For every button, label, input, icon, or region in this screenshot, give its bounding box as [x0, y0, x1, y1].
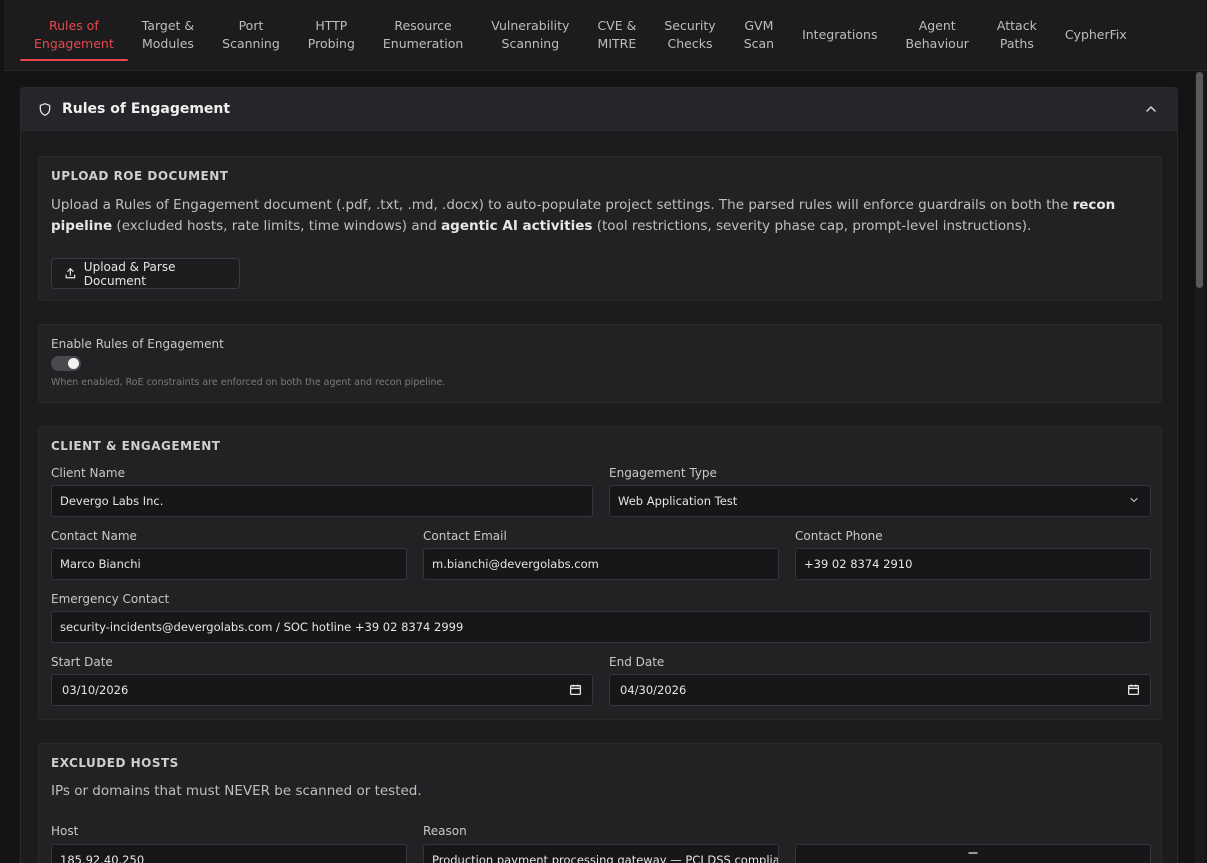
upload-roe-heading: UPLOAD ROE DOCUMENT	[51, 169, 229, 183]
tab-port-scanning[interactable]: Port Scanning	[208, 0, 294, 70]
enable-roe-card: Enable Rules of Engagement When enabled,…	[38, 324, 1162, 403]
tab-rules-of-engagement[interactable]: Rules of Engagement	[20, 0, 128, 70]
desc-part: (tool restrictions, severity phase cap, …	[592, 218, 1032, 234]
client-engagement-card: CLIENT & ENGAGEMENT Client Name Devergo …	[38, 426, 1162, 720]
contact-phone-input[interactable]: +39 02 8374 2910	[795, 548, 1151, 580]
tab-agent-behaviour[interactable]: Agent Behaviour	[891, 0, 982, 70]
contact-name-label: Contact Name	[51, 529, 137, 543]
tab-vulnerability-scanning[interactable]: Vulnerability Scanning	[477, 0, 583, 70]
excluded-host-value: 185.92.40.250	[60, 853, 145, 863]
tab-http-probing[interactable]: HTTP Probing	[294, 0, 369, 70]
desc-part: Upload a Rules of Engagement document (.…	[51, 197, 1073, 213]
tab-bar: Rules of Engagement Target & Modules Por…	[4, 0, 1207, 71]
client-engagement-heading: CLIENT & ENGAGEMENT	[51, 439, 221, 453]
tab-gvm-scan[interactable]: GVM Scan	[730, 0, 788, 70]
tab-cypherfix[interactable]: CypherFix	[1051, 0, 1141, 70]
desc-bold-agentic: agentic AI activities	[441, 218, 593, 234]
scrollbar-thumb[interactable]	[1196, 72, 1203, 288]
client-name-label: Client Name	[51, 466, 125, 480]
tab-security-checks[interactable]: Security Checks	[650, 0, 729, 70]
client-name-value: Devergo Labs Inc.	[60, 494, 164, 508]
remove-host-button[interactable]	[795, 844, 1151, 863]
calendar-icon[interactable]	[569, 683, 582, 696]
tab-cve-mitre[interactable]: CVE & MITRE	[583, 0, 650, 70]
excluded-host-input[interactable]: 185.92.40.250	[51, 844, 407, 863]
excluded-reason-value: Production payment processing gateway — …	[432, 853, 778, 863]
emergency-contact-label: Emergency Contact	[51, 592, 170, 606]
contact-email-value: m.bianchi@devergolabs.com	[432, 557, 599, 571]
enable-roe-toggle[interactable]	[51, 356, 81, 371]
panel-title: Rules of Engagement	[62, 101, 231, 117]
engagement-type-label: Engagement Type	[609, 466, 717, 480]
end-date-input[interactable]: 04/30/2026	[609, 674, 1151, 706]
upload-button-label: Upload & Parse Document	[83, 259, 176, 288]
calendar-icon[interactable]	[1127, 683, 1140, 696]
excluded-hosts-card: EXCLUDED HOSTS IPs or domains that must …	[38, 743, 1162, 863]
contact-email-label: Contact Email	[423, 529, 507, 543]
emergency-contact-input[interactable]: security-incidents@devergolabs.com / SOC…	[51, 611, 1151, 643]
contact-name-input[interactable]: Marco Bianchi	[51, 548, 407, 580]
shield-icon	[39, 102, 51, 116]
upload-roe-card: UPLOAD ROE DOCUMENT Upload a Rules of En…	[38, 156, 1162, 301]
enable-roe-hint: When enabled, RoE constraints are enforc…	[51, 377, 446, 388]
rules-of-engagement-panel: Rules of Engagement UPLOAD ROE DOCUMENT …	[20, 87, 1178, 863]
enable-roe-label: Enable Rules of Engagement	[51, 337, 224, 351]
tab-target-modules[interactable]: Target & Modules	[128, 0, 208, 70]
chevron-up-icon[interactable]	[1143, 101, 1159, 117]
excluded-reason-input[interactable]: Production payment processing gateway — …	[423, 844, 779, 863]
upload-roe-description: Upload a Rules of Engagement document (.…	[51, 195, 1151, 237]
host-label: Host	[51, 824, 79, 838]
end-date-label: End Date	[609, 655, 665, 669]
start-date-label: Start Date	[51, 655, 113, 669]
desc-part: (excluded hosts, rate limits, time windo…	[112, 218, 442, 234]
minus-icon	[968, 852, 978, 854]
upload-icon	[65, 268, 76, 279]
start-date-value: 03/10/2026	[62, 683, 129, 697]
contact-email-input[interactable]: m.bianchi@devergolabs.com	[423, 548, 779, 580]
toggle-knob	[68, 358, 79, 369]
engagement-type-value: Web Application Test	[618, 494, 738, 508]
start-date-input[interactable]: 03/10/2026	[51, 674, 593, 706]
upload-parse-button[interactable]: Upload & Parse Document	[51, 258, 240, 289]
panel-header[interactable]: Rules of Engagement	[21, 88, 1177, 131]
emergency-contact-value: security-incidents@devergolabs.com / SOC…	[60, 620, 464, 634]
excluded-hosts-description: IPs or domains that must NEVER be scanne…	[51, 783, 422, 799]
chevron-down-icon	[1130, 497, 1138, 503]
contact-phone-label: Contact Phone	[795, 529, 883, 543]
tab-resource-enumeration[interactable]: Resource Enumeration	[369, 0, 477, 70]
excluded-hosts-heading: EXCLUDED HOSTS	[51, 756, 179, 770]
tab-attack-paths[interactable]: Attack Paths	[983, 0, 1051, 70]
engagement-type-select[interactable]: Web Application Test	[609, 485, 1151, 517]
contact-phone-value: +39 02 8374 2910	[804, 557, 913, 571]
tab-integrations[interactable]: Integrations	[788, 0, 891, 70]
contact-name-value: Marco Bianchi	[60, 557, 141, 571]
reason-label: Reason	[423, 824, 467, 838]
client-name-input[interactable]: Devergo Labs Inc.	[51, 485, 593, 517]
end-date-value: 04/30/2026	[620, 683, 687, 697]
